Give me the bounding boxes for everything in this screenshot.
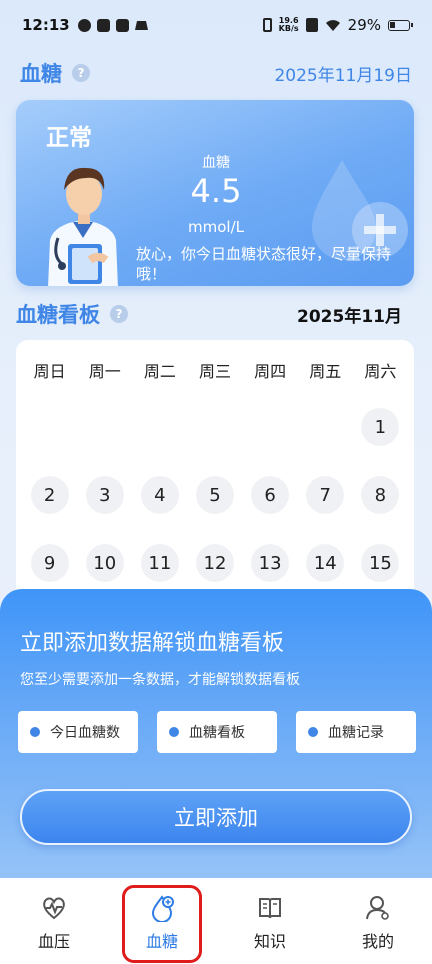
calendar-day[interactable]: 9 (30, 544, 69, 582)
mail-notification-icon (115, 18, 129, 32)
current-date: 2025年11月19日 (274, 65, 412, 86)
weekday-row: 周日 周一 周二 周三 周四 周五 周六 (16, 358, 414, 382)
help-icon[interactable]: ? (72, 64, 90, 82)
check-notification-icon (77, 18, 91, 32)
calendar-day[interactable]: 13 (251, 544, 290, 582)
calendar-day-empty (141, 408, 179, 446)
calendar-day[interactable]: 8 (361, 476, 400, 514)
calendar-day-empty (306, 408, 344, 446)
status-message: 放心，你今日血糖状态很好，尽量保持哦！ (136, 245, 392, 283)
nav-item-blood-pressure[interactable]: 血压 (0, 878, 108, 964)
bullet-icon (308, 727, 318, 737)
book-icon (259, 898, 281, 919)
weekday-label: 周一 (88, 362, 121, 381)
unlock-subtitle: 您至少需要添加一条数据，才能解锁数据看板 (20, 672, 300, 688)
board-header: 血糖看板 ? 2025年11月 (16, 298, 402, 330)
nav-label: 血糖 (145, 932, 178, 951)
calendar-day[interactable]: 3 (85, 476, 124, 514)
calendar-day[interactable]: 7 (306, 476, 345, 514)
add-now-button[interactable]: 立即添加 (20, 789, 412, 845)
weekday-label: 周二 (143, 362, 176, 381)
feature-chip-today-glucose: 今日血糖数 (18, 711, 138, 753)
feature-chip-glucose-board: 血糖看板 (157, 711, 277, 753)
feature-list: 今日血糖数 血糖看板 血糖记录 (18, 711, 416, 753)
calendar-day[interactable]: 12 (195, 544, 234, 582)
calendar: 周日 周一 周二 周三 周四 周五 周六 1 2 3 4 5 6 7 8 9 10 11 12 13 14… (16, 340, 414, 620)
nav-item-knowledge[interactable]: 知识 (216, 878, 324, 964)
board-month: 2025年11月 (297, 306, 402, 327)
nav-item-blood-glucose[interactable]: 血糖 (108, 878, 216, 964)
glucose-value: 4.5 (190, 172, 242, 210)
weekday-label: 周六 (364, 362, 397, 381)
calendar-days: 1 2 3 4 5 6 7 8 9 10 11 12 13 14 15 (16, 408, 414, 582)
nav-label: 知识 (253, 932, 286, 951)
network-speed: 19.6 KB/s (279, 17, 299, 33)
weekday-label: 周五 (309, 362, 342, 381)
calendar-day[interactable]: 1 (361, 408, 400, 446)
calendar-day-empty (31, 408, 69, 446)
network-speed-unit: KB/s (278, 24, 299, 33)
feature-label: 血糖看板 (189, 725, 245, 741)
feature-chip-glucose-records: 血糖记录 (296, 711, 416, 753)
glucose-status-card: 正常 血糖 4.5 mmol/L 放心，你今日血糖状态很好，尽量保持哦！ (16, 100, 414, 286)
battery-percent: 29% (347, 16, 381, 34)
feature-label: 血糖记录 (328, 725, 384, 741)
calendar-day[interactable]: 6 (251, 476, 290, 514)
bottom-nav: 血压 血糖 知识 我的 (0, 878, 432, 964)
weekday-label: 周三 (198, 362, 231, 381)
bullet-icon (169, 727, 179, 737)
vibrate-icon (262, 18, 272, 32)
heart-pulse-icon (43, 897, 65, 920)
metric-label: 血糖 (202, 155, 230, 171)
calendar-day[interactable]: 5 (195, 476, 234, 514)
calendar-day-empty (86, 408, 124, 446)
status-bar: 12:13 19.6 KB/s 29% (0, 0, 432, 50)
blood-drop-plus-icon (151, 895, 174, 922)
calendar-day[interactable]: 2 (30, 476, 69, 514)
calendar-day[interactable]: 10 (85, 544, 124, 582)
feature-label: 今日血糖数 (50, 725, 120, 741)
nav-label: 我的 (361, 932, 394, 951)
nav-label: 血压 (37, 932, 70, 951)
weekday-label: 周四 (254, 362, 287, 381)
bullet-icon (30, 727, 40, 737)
board-title: 血糖看板 (16, 303, 100, 327)
battery-icon (388, 19, 413, 31)
notification-icons (77, 18, 148, 32)
calendar-day-empty (196, 408, 234, 446)
calendar-day-empty (251, 408, 289, 446)
play-notification-icon (96, 18, 110, 32)
calendar-day[interactable]: 14 (306, 544, 345, 582)
weekday-label: 周日 (33, 362, 66, 381)
calendar-day[interactable]: 11 (140, 544, 179, 582)
sim-x-icon (305, 18, 318, 32)
page-header: 血糖 ? 2025年11月19日 (20, 58, 412, 88)
glucose-unit: mmol/L (188, 218, 244, 236)
calendar-day[interactable]: 15 (361, 544, 400, 582)
status-level: 正常 (46, 125, 92, 151)
nav-item-profile[interactable]: 我的 (324, 878, 432, 964)
page-title: 血糖 (20, 62, 62, 86)
unlock-panel: 立即添加数据解锁血糖看板 您至少需要添加一条数据，才能解锁数据看板 今日血糖数 … (0, 589, 432, 879)
status-time: 12:13 (22, 16, 70, 34)
crown-notification-icon (134, 20, 148, 30)
board-help-icon[interactable]: ? (110, 305, 128, 323)
wifi-icon (325, 19, 340, 31)
unlock-title: 立即添加数据解锁血糖看板 (20, 631, 285, 656)
calendar-day[interactable]: 4 (140, 476, 179, 514)
profile-icon (366, 896, 389, 920)
